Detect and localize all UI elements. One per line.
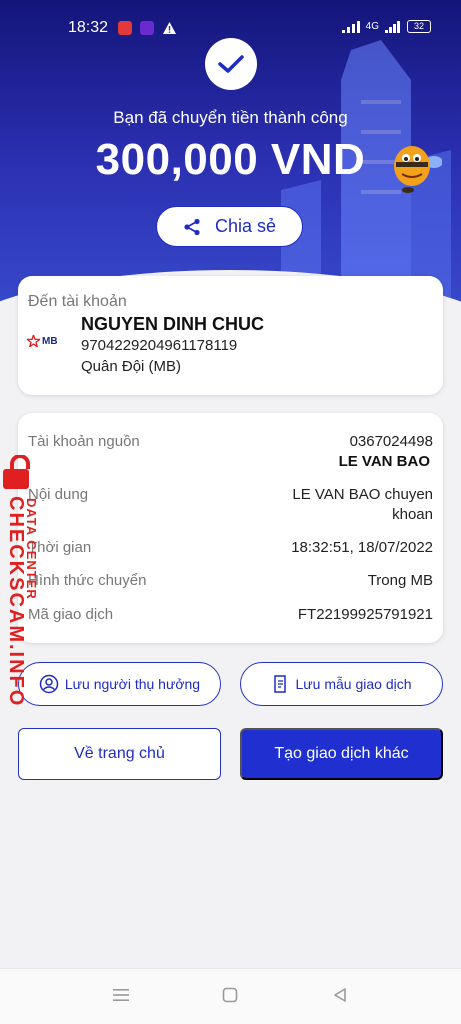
detail-sub-value: LE VAN BAO [338, 453, 430, 470]
recipient-name: NGUYEN DINH CHUC [81, 314, 265, 334]
save-beneficiary-button[interactable]: Lưu người thụ hưởng [18, 662, 221, 706]
save-template-button[interactable]: Lưu mẫu giao dịch [240, 662, 443, 706]
watermark-checkscam: CHECKSCAM.INFO [5, 496, 27, 708]
save-template-label: Lưu mẫu giao dịch [295, 676, 412, 692]
mb-star-icon [27, 335, 40, 347]
battery-icon: 32 [407, 20, 431, 33]
menu-icon[interactable] [112, 987, 130, 1003]
detail-label: Tài khoản nguồn [28, 433, 140, 450]
signal-icon [341, 20, 360, 33]
detail-sub-value: khoan [392, 506, 433, 523]
share-button[interactable]: Chia sẻ [156, 206, 303, 247]
detail-label: Hình thức chuyển [28, 572, 147, 589]
screen-record-icon [118, 21, 132, 35]
detail-value: Trong MB [367, 572, 433, 589]
detail-value: 18:32:51, 18/07/2022 [291, 539, 433, 556]
back-icon[interactable] [332, 987, 348, 1003]
home-nav-icon[interactable] [222, 987, 238, 1003]
padlock-watermark-icon [3, 455, 30, 489]
detail-label: Mã giao dịch [28, 606, 114, 623]
warning-icon [163, 22, 176, 34]
bank-logo-text: MB [42, 335, 58, 347]
bee-mascot-illustration [394, 146, 442, 193]
status-time: 18:32 [68, 19, 109, 36]
transaction-details-card: Tài khoản nguồn 0367024498 LE VAN BAO Nộ… [18, 413, 443, 643]
success-message: Bạn đã chuyển tiền thành công [113, 108, 348, 127]
network-label: 4G [365, 21, 379, 32]
recipient-card: Đến tài khoản MB NGUYEN DINH CHUC 970422… [18, 276, 443, 395]
recipient-label: Đến tài khoản [28, 293, 127, 310]
document-icon [273, 675, 286, 693]
system-nav-bar [0, 968, 461, 1024]
share-icon [184, 218, 200, 235]
detail-value: LE VAN BAO chuyen [292, 486, 433, 503]
share-label: Chia sẻ [214, 216, 277, 236]
new-transaction-button[interactable]: Tạo giao dịch khác [240, 728, 443, 780]
recipient-account-number: 9704229204961178119 [81, 337, 238, 354]
signal-icon-2 [385, 20, 400, 33]
detail-value: FT22199925791921 [297, 606, 433, 623]
home-button[interactable]: Về trang chủ [18, 728, 221, 780]
mb-bank-logo: MB [27, 335, 58, 347]
detail-value: 0367024498 [349, 433, 433, 450]
app-notification-icon [140, 21, 154, 35]
user-circle-icon [39, 674, 59, 694]
success-check-icon [205, 38, 257, 90]
recipient-bank-name: Quân Đội (MB) [81, 358, 182, 375]
save-beneficiary-label: Lưu người thụ hưởng [64, 676, 201, 692]
